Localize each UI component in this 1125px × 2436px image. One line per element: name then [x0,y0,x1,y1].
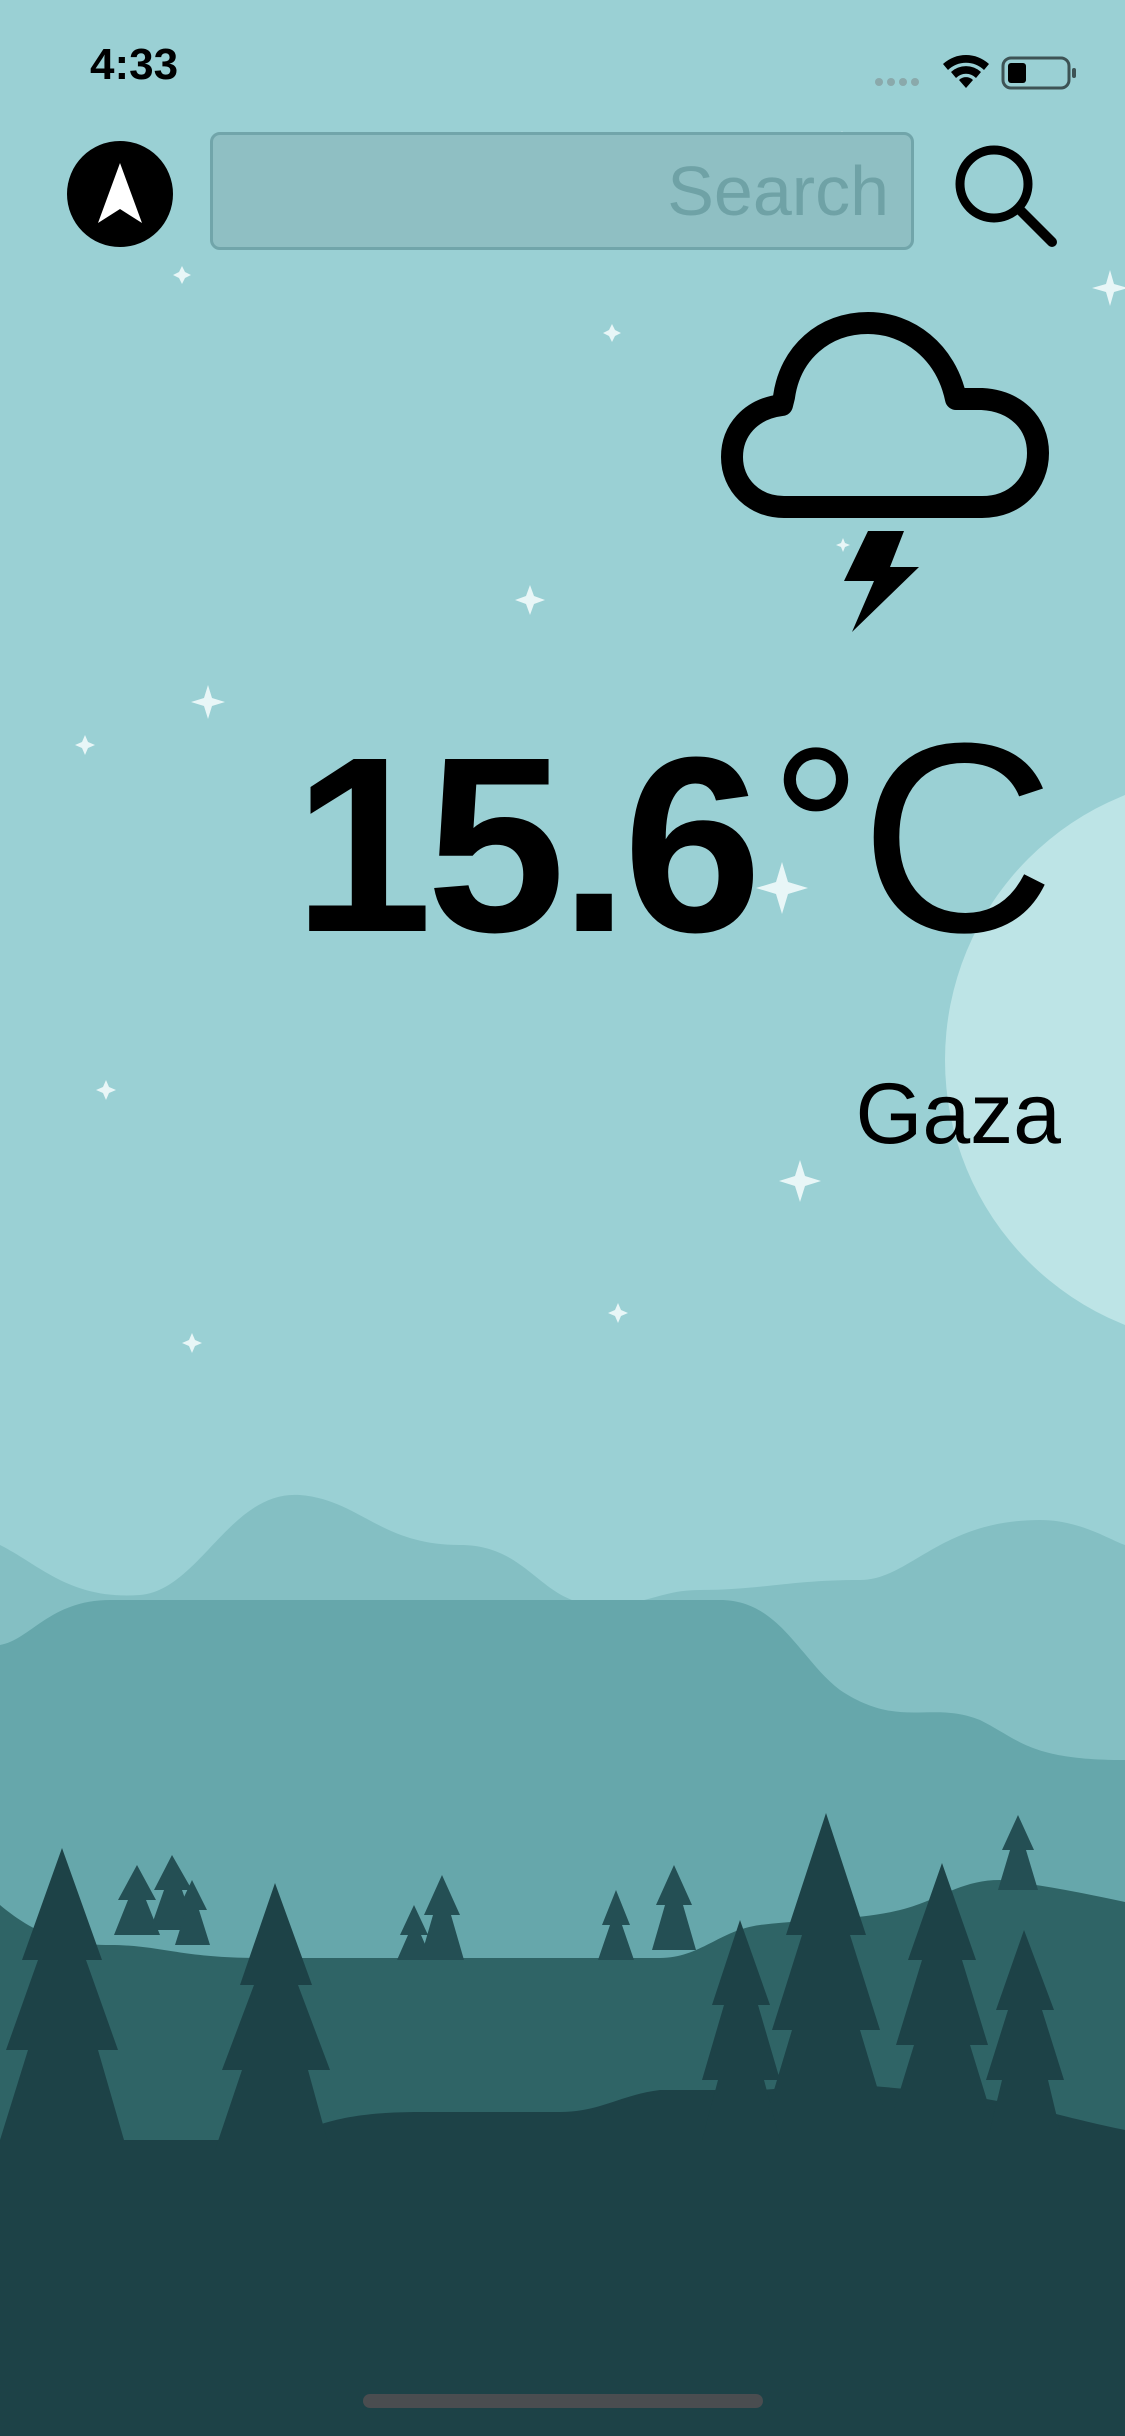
battery-icon [1001,56,1076,90]
cloud-lightning-icon [721,312,1049,632]
status-bar-icons [875,55,1076,90]
temperature-value: 15.6 [293,705,762,984]
weather-screen: 4:33 15. [0,0,1125,2436]
current-location-button[interactable] [67,141,173,247]
navigation-arrow-icon [98,163,142,223]
city-name: Gaza [855,1066,1061,1162]
search-field[interactable] [210,132,914,250]
temperature-display: 15.6 ° C [293,688,1055,989]
degree-symbol: ° [770,700,862,957]
home-indicator[interactable] [363,2394,763,2408]
wifi-icon [943,55,989,88]
temperature-unit: C [860,688,1055,989]
status-time: 4:33 [90,40,179,89]
magnifier-icon [955,145,1057,247]
search-button[interactable] [950,140,1062,252]
search-input[interactable] [213,135,911,247]
signal-dots-icon [875,78,919,86]
